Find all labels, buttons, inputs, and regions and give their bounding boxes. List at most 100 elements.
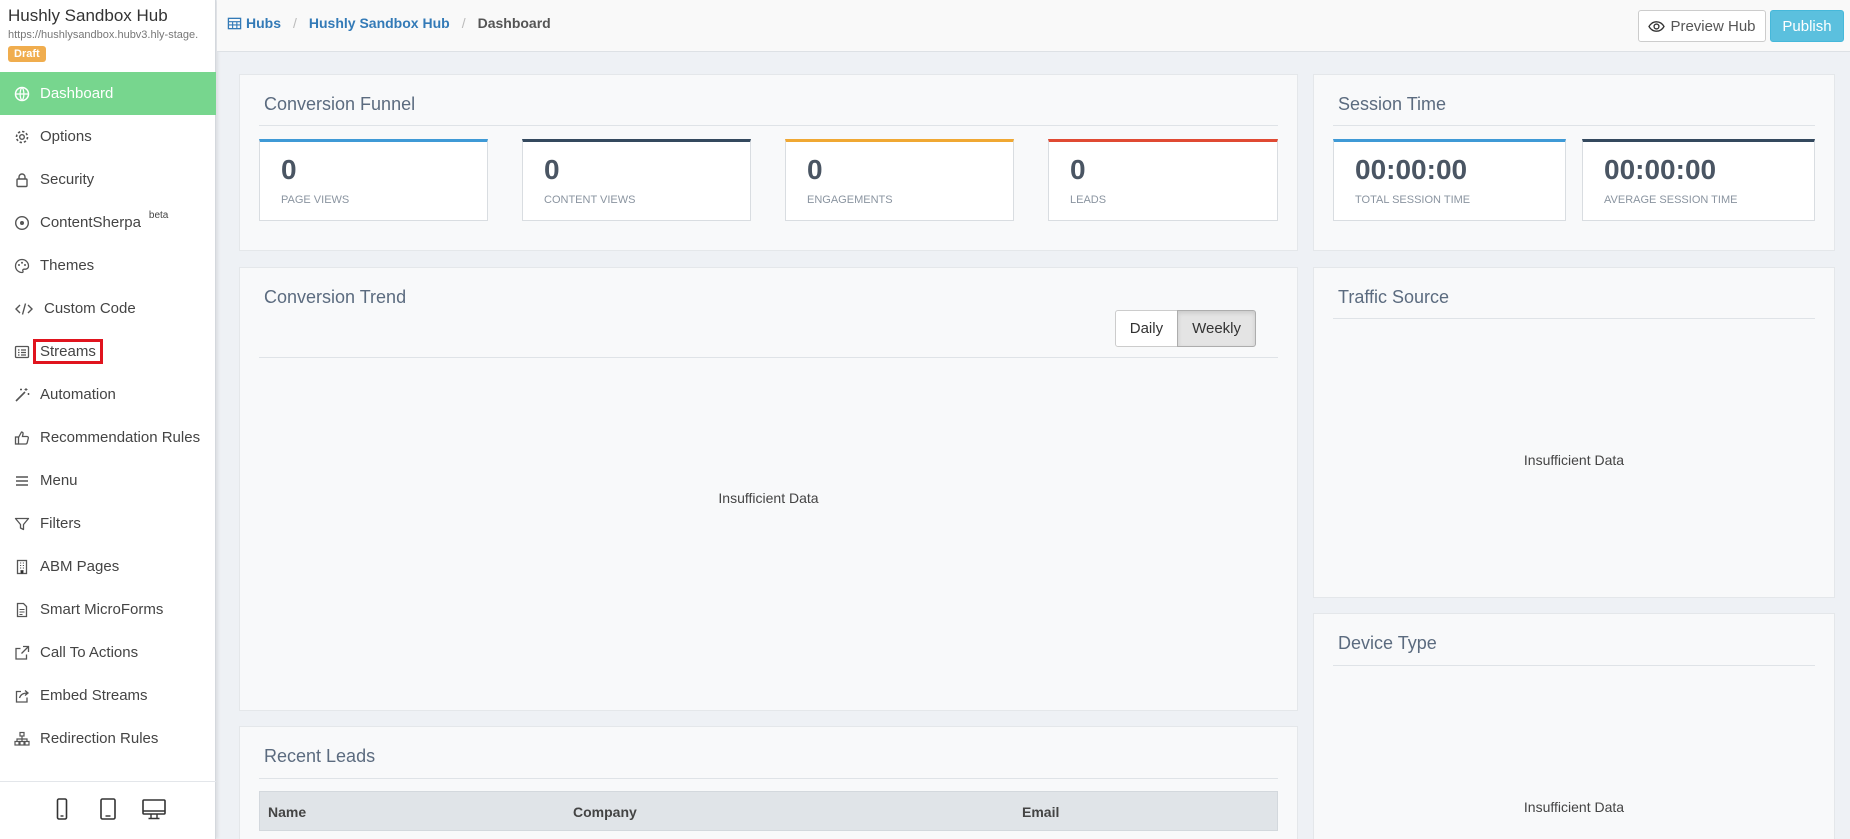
tablet-icon[interactable] (95, 796, 121, 826)
stat-card-total-session-time: 00:00:00 TOTAL SESSION TIME (1333, 139, 1566, 221)
panel-title: Traffic Source (1338, 287, 1450, 307)
panel-title: Session Time (1338, 94, 1447, 114)
breadcrumb-separator: / (461, 15, 466, 31)
conversion-funnel-panel: Conversion Funnel 0 PAGE VIEWS 0 CONTENT… (239, 74, 1298, 251)
sidebar-item-streams[interactable]: Streams (0, 330, 216, 373)
preview-hub-button[interactable]: Preview Hub (1638, 10, 1766, 42)
stat-card-leads: 0 LEADS (1048, 139, 1278, 221)
stat-label: ENGAGEMENTS (807, 194, 893, 206)
recent-leads-panel: Recent Leads Name Company Email (239, 726, 1298, 839)
stat-value: 0 (281, 154, 297, 185)
stat-value: 0 (1070, 154, 1086, 185)
stat-value: 0 (544, 154, 560, 185)
device-switcher (0, 781, 216, 839)
stat-card-page-views: 0 PAGE VIEWS (259, 139, 488, 221)
empty-state-text: Insufficient Data (718, 490, 819, 506)
sidebar-item-embed-streams[interactable]: Embed Streams (0, 674, 216, 717)
divider (259, 125, 1278, 126)
share-icon (14, 687, 36, 705)
sidebar-item-label: ABM Pages (40, 558, 120, 575)
sidebar-item-label: Filters (40, 515, 81, 532)
magic-wand-icon (14, 386, 36, 404)
sidebar-item-label: Recommendation Rules (40, 429, 201, 446)
sidebar-item-label: Smart MicroForms (40, 601, 164, 618)
sidebar-item-menu[interactable]: Menu (0, 459, 216, 502)
empty-state-text: Insufficient Data (1523, 452, 1625, 468)
hub-url[interactable]: https://hushlysandbox.hubv3.hly-stage. (8, 29, 216, 41)
stat-value: 00:00:00 (1604, 154, 1717, 185)
stat-label: TOTAL SESSION TIME (1355, 194, 1471, 206)
publish-button[interactable]: Publish (1770, 10, 1844, 42)
hub-title: Hushly Sandbox Hub (8, 6, 168, 25)
breadcrumb-hubs-link[interactable]: Hubs (227, 15, 281, 31)
desktop-icon[interactable] (141, 796, 167, 826)
sidebar-item-abm-pages[interactable]: ABM Pages (0, 545, 216, 588)
sidebar: Hushly Sandbox Hub https://hushlysandbox… (0, 0, 216, 839)
breadcrumb-separator: / (293, 15, 297, 31)
document-icon (14, 601, 36, 619)
stat-card-content-views: 0 CONTENT VIEWS (522, 139, 751, 221)
column-header-name[interactable]: Name (268, 804, 306, 820)
sidebar-item-dashboard[interactable]: Dashboard (0, 72, 216, 115)
stat-label: AVERAGE SESSION TIME (1604, 194, 1738, 206)
stat-card-average-session-time: 00:00:00 AVERAGE SESSION TIME (1582, 139, 1815, 221)
preview-hub-label: Preview Hub (1670, 17, 1756, 35)
divider (259, 778, 1278, 779)
sidebar-item-label: Menu (40, 472, 78, 489)
sidebar-item-label: ContentSherpa (40, 214, 141, 231)
mobile-icon[interactable] (49, 796, 75, 826)
sidebar-item-call-to-actions[interactable]: Call To Actions (0, 631, 216, 674)
empty-state-text: Insufficient Data (1523, 799, 1625, 815)
status-badge: Draft (8, 46, 46, 62)
session-time-panel: Session Time 00:00:00 TOTAL SESSION TIME… (1313, 74, 1835, 251)
sidebar-item-security[interactable]: Security (0, 158, 216, 201)
sidebar-item-automation[interactable]: Automation (0, 373, 216, 416)
column-header-email[interactable]: Email (1022, 804, 1059, 820)
lock-icon (14, 171, 36, 189)
sidebar-item-label: Automation (40, 386, 116, 403)
stat-label: CONTENT VIEWS (544, 194, 636, 206)
sidebar-item-filters[interactable]: Filters (0, 502, 216, 545)
eye-icon (1648, 20, 1666, 32)
building-icon (14, 558, 36, 576)
panel-title: Recent Leads (264, 746, 376, 766)
sidebar-item-label: Security (40, 171, 95, 188)
sidebar-item-custom-code[interactable]: Custom Code (0, 287, 216, 330)
weekly-button[interactable]: Weekly (1177, 310, 1256, 347)
code-icon (14, 300, 40, 318)
sidebar-item-redirection-rules[interactable]: Redirection Rules (0, 717, 216, 760)
sidebar-item-label: Themes (40, 257, 95, 274)
stat-card-engagements: 0 ENGAGEMENTS (785, 139, 1014, 221)
stat-label: PAGE VIEWS (281, 194, 350, 206)
stat-value: 0 (807, 154, 823, 185)
column-header-company[interactable]: Company (573, 804, 637, 820)
sidebar-item-contentsherpa[interactable]: ContentSherpa beta (0, 201, 216, 244)
sidebar-item-smart-microforms[interactable]: Smart MicroForms (0, 588, 216, 631)
divider (259, 357, 1278, 358)
thumbs-up-icon (14, 429, 36, 447)
panel-title: Conversion Trend (264, 287, 407, 307)
panel-title: Device Type (1338, 633, 1437, 653)
breadcrumb: Hubs / Hushly Sandbox Hub / Dashboard (227, 15, 551, 31)
stat-label: LEADS (1070, 194, 1107, 206)
table-icon (227, 17, 242, 29)
leads-table-header: Name Company Email (259, 791, 1278, 831)
sidebar-item-recommendation-rules[interactable]: Recommendation Rules (0, 416, 216, 459)
daily-button[interactable]: Daily (1114, 310, 1179, 347)
sidebar-item-label: Embed Streams (40, 687, 148, 704)
sidebar-item-label: Dashboard (40, 85, 114, 102)
sidebar-nav: Dashboard Options Security ContentSherpa… (0, 72, 216, 760)
list-icon (14, 343, 36, 361)
sidebar-item-options[interactable]: Options (0, 115, 216, 158)
sidebar-item-label: Redirection Rules (40, 730, 159, 747)
device-type-panel: Device Type Insufficient Data (1313, 613, 1835, 839)
sidebar-item-label: Options (40, 128, 92, 145)
divider (1333, 125, 1815, 126)
breadcrumb-hub-link[interactable]: Hushly Sandbox Hub (309, 15, 450, 31)
sidebar-item-label: Custom Code (44, 300, 136, 317)
panel-title: Conversion Funnel (264, 94, 416, 114)
sidebar-item-label: Streams (33, 339, 103, 364)
sidebar-item-themes[interactable]: Themes (0, 244, 216, 287)
globe-icon (14, 85, 36, 103)
sitemap-icon (14, 730, 36, 748)
